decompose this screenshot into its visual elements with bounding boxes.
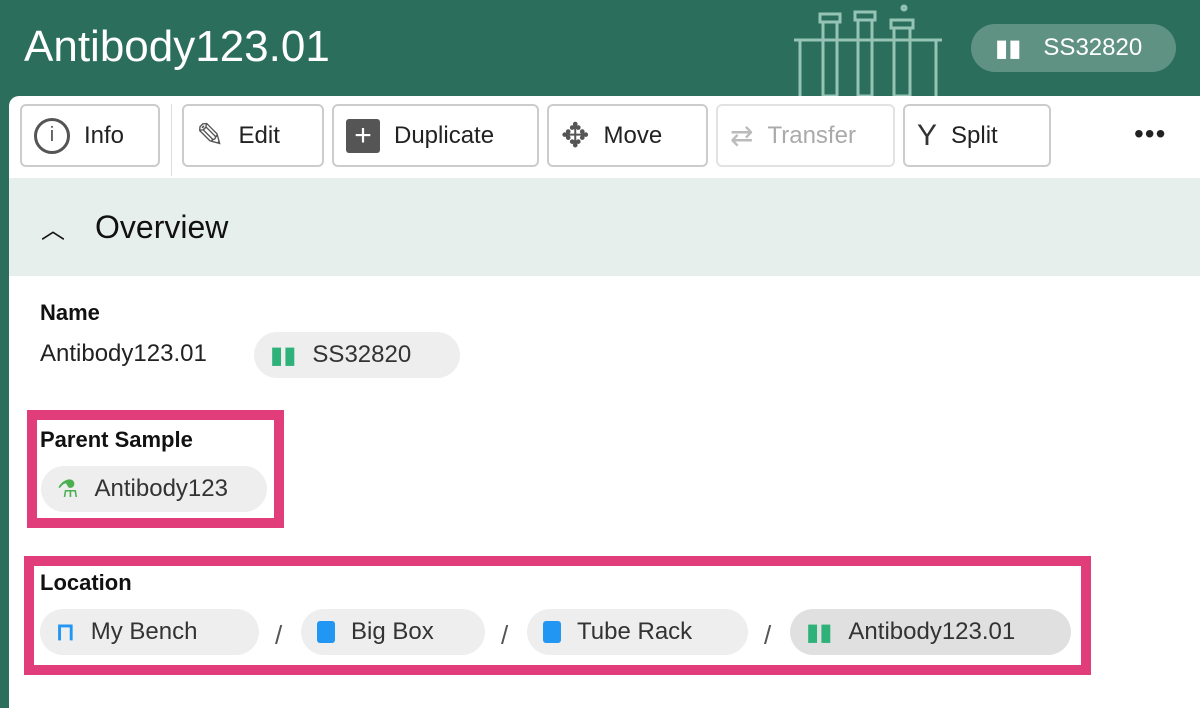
bench-icon: ⊓ [56,618,75,646]
info-button[interactable]: i Info [20,104,160,167]
breadcrumb-separator: / [275,620,283,650]
tubes-icon: ▮▮ [270,341,297,369]
more-options-button[interactable]: ••• [1134,118,1166,150]
name-value: Antibody123.01 [40,340,207,367]
split-button[interactable]: Y Split [903,104,1051,167]
breadcrumb-separator: / [501,620,509,650]
breadcrumb-separator: / [764,620,772,650]
page-title: Antibody123.01 [24,22,330,71]
location-box-chip[interactable]: Big Box [301,609,485,655]
parent-sample-label: Parent Sample [40,427,193,452]
location-rack-chip[interactable]: Tube Rack [527,609,748,655]
move-icon: ✥ [561,116,590,155]
name-id-chip[interactable]: ▮▮ SS32820 [254,332,460,378]
transfer-button[interactable]: ⇄ Transfer [716,104,895,167]
duplicate-icon: + [346,118,380,153]
duplicate-button[interactable]: + Duplicate [332,104,539,167]
location-bench-chip[interactable]: ⊓ My Bench [40,609,259,655]
box-icon [317,621,335,643]
overview-section-header[interactable]: ︿ Overview [9,178,1200,276]
toolbar: i Info ✎ Edit + Duplicate ✥ Move ⇄ Transfer Y… [9,96,1200,178]
flask-icon: ⚗ [57,475,79,503]
edit-button[interactable]: ✎ Edit [182,104,324,167]
name-label: Name [40,300,100,325]
tubes-icon: ▮▮ [995,34,1022,62]
chevron-up-icon: ︿ [41,216,65,244]
location-current-chip[interactable]: ▮▮ Antibody123.01 [790,609,1071,655]
pencil-icon: ✎ [196,116,225,155]
info-icon: i [34,117,70,154]
test-tubes-illustration [794,4,942,96]
transfer-icon: ⇄ [730,120,754,151]
sample-id-chip[interactable]: ▮▮ SS32820 [971,24,1176,72]
split-icon: Y [917,118,938,152]
toolbar-divider [171,104,172,176]
location-label: Location [40,570,132,595]
parent-sample-chip[interactable]: ⚗ Antibody123 [41,466,267,512]
move-button[interactable]: ✥ Move [547,104,708,167]
tubes-icon: ▮▮ [806,618,833,646]
box-icon [543,621,561,643]
